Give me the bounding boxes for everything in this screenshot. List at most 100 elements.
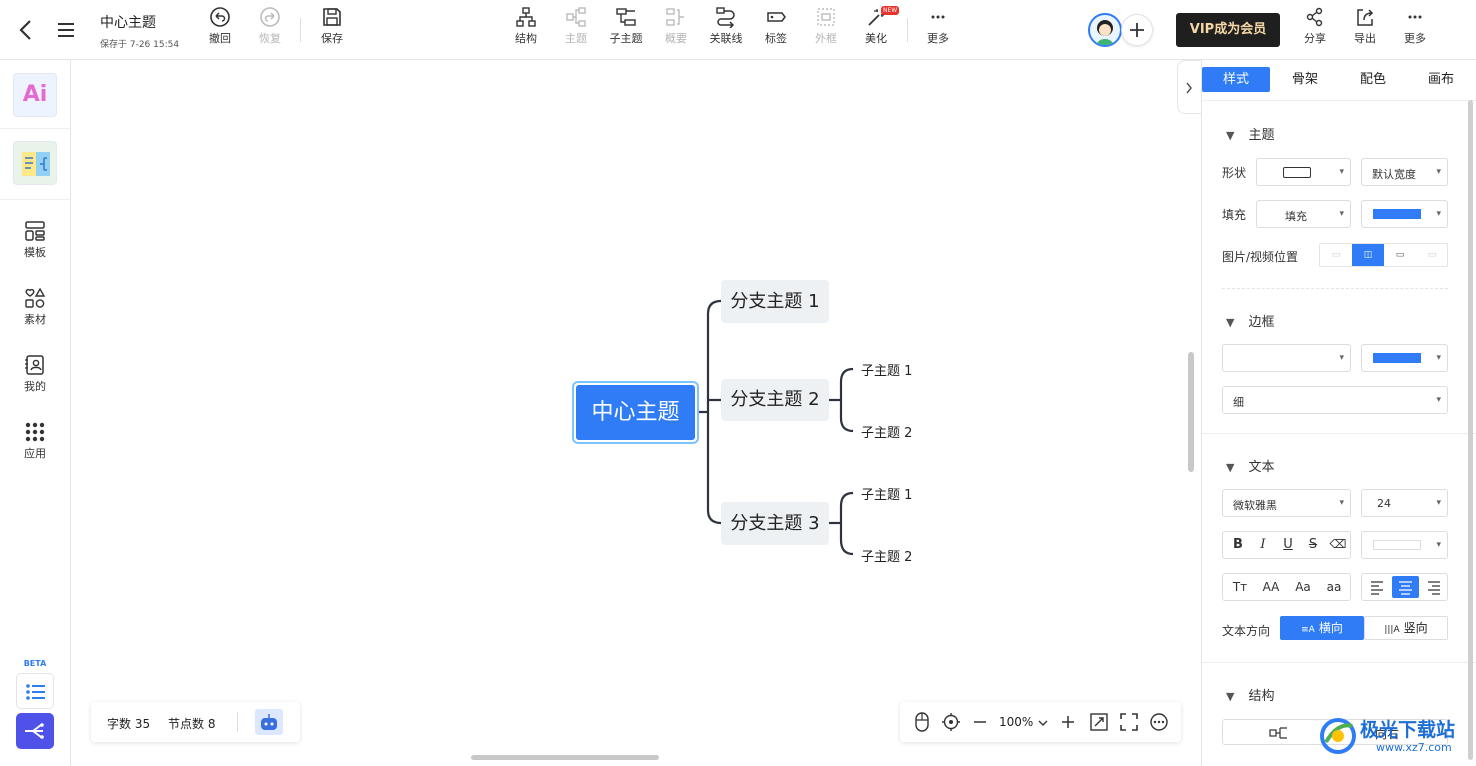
topic-button[interactable]: 主题: [551, 6, 601, 46]
assistant-robot-icon[interactable]: [255, 709, 283, 735]
panel-divider-3: [1202, 662, 1476, 663]
more-tools-button[interactable]: 更多: [913, 6, 963, 46]
structure-section-title: 结构: [1248, 689, 1275, 704]
export-button[interactable]: 导出: [1340, 6, 1390, 46]
font-value: 微软雅黑: [1233, 499, 1277, 512]
fill-color-select[interactable]: ▾: [1361, 200, 1448, 228]
zoom-level[interactable]: 100%: [999, 715, 1033, 729]
chevron-down-icon: ▾: [1436, 353, 1441, 363]
add-collaborator-button[interactable]: [1121, 14, 1153, 46]
topic-section-header[interactable]: ▼ 主题: [1226, 124, 1274, 143]
vip-button[interactable]: VIP成为会员: [1176, 13, 1280, 47]
tab-canvas[interactable]: 画布: [1408, 67, 1474, 92]
tab-style[interactable]: 样式: [1202, 67, 1270, 92]
tag-icon: [767, 12, 786, 22]
branch-topic-3[interactable]: 分支主题 3: [721, 502, 829, 545]
italic-button[interactable]: I: [1254, 537, 1272, 552]
outline-app-button[interactable]: [13, 141, 57, 185]
tab-skeleton[interactable]: 骨架: [1272, 67, 1338, 92]
bold-button[interactable]: B: [1229, 537, 1247, 552]
summary-button[interactable]: 概要: [651, 6, 701, 46]
doc-title[interactable]: 中心主题: [100, 12, 156, 32]
structure-section-header[interactable]: ▼ 结构: [1226, 685, 1274, 704]
tag-button[interactable]: 标签: [751, 6, 801, 46]
undo-label: 撤回: [209, 32, 231, 45]
back-button[interactable]: [16, 18, 36, 42]
branch-topic-2[interactable]: 分支主题 2: [721, 379, 829, 421]
subtopic-3-2[interactable]: 子主题 2: [861, 546, 912, 565]
redo-label: 恢复: [259, 32, 281, 45]
tab-color[interactable]: 配色: [1340, 67, 1406, 92]
sidebar-item-mine[interactable]: 我的: [0, 354, 70, 394]
zoom-out-icon[interactable]: [972, 712, 988, 732]
share-button[interactable]: 分享: [1290, 6, 1340, 46]
width-select[interactable]: 默认宽度 ▾: [1361, 158, 1448, 186]
media-top-button[interactable]: ◫: [1352, 244, 1384, 266]
sidebar-item-template[interactable]: 模板: [0, 220, 70, 260]
strikethrough-button[interactable]: S: [1304, 537, 1322, 552]
branch-topic-1[interactable]: 分支主题 1: [721, 280, 829, 323]
locate-center-icon[interactable]: [941, 712, 961, 732]
center-topic-node[interactable]: 中心主题: [572, 381, 699, 444]
media-right-button[interactable]: ▭: [1416, 244, 1448, 266]
fill-type-select[interactable]: 填充 ▾: [1256, 200, 1351, 228]
text-section-title: 文本: [1248, 460, 1275, 475]
border-color-select[interactable]: ▾: [1361, 344, 1448, 372]
fullscreen-icon[interactable]: [1119, 712, 1139, 732]
fit-screen-icon[interactable]: [1089, 712, 1109, 732]
sidebar-item-material[interactable]: 素材: [0, 287, 70, 327]
panel-collapse-handle[interactable]: [1177, 60, 1201, 114]
subtopic-button[interactable]: 子主题: [601, 6, 651, 46]
media-bottom-button[interactable]: ▭: [1384, 244, 1416, 266]
relation-button[interactable]: 关联线: [701, 6, 751, 46]
beautify-button[interactable]: 美化 NEW: [851, 6, 901, 46]
subtopic-2-2[interactable]: 子主题 2: [861, 422, 912, 441]
outline-view-button[interactable]: [16, 673, 54, 709]
case-upper-button[interactable]: AA: [1256, 580, 1286, 594]
align-right-icon[interactable]: [1421, 576, 1447, 598]
ai-button[interactable]: Ai: [13, 73, 57, 117]
undo-button[interactable]: 撤回: [195, 6, 245, 46]
list-icon: [26, 684, 45, 700]
mindmap-view-button[interactable]: [16, 713, 54, 749]
zoom-in-icon[interactable]: [1060, 712, 1076, 732]
mindmap-canvas[interactable]: 中心主题 分支主题 1 分支主题 2 分支主题 3 子主题 1 子主题 2 子主…: [71, 60, 1194, 766]
structure-button[interactable]: 结构: [501, 6, 551, 46]
text-color-select[interactable]: ▾: [1361, 531, 1448, 559]
dir-vertical-button[interactable]: |||A 竖向: [1364, 616, 1448, 640]
dir-horizontal-button[interactable]: ≡A 横向: [1280, 616, 1364, 640]
font-select[interactable]: 微软雅黑 ▾: [1222, 489, 1351, 517]
redo-button[interactable]: 恢复: [245, 6, 295, 46]
shape-select[interactable]: ▾: [1256, 158, 1351, 186]
subtopic-2-1[interactable]: 子主题 1: [861, 360, 912, 379]
text-section-header[interactable]: ▼ 文本: [1226, 456, 1274, 475]
media-left-button[interactable]: ▭: [1320, 244, 1352, 266]
topic-label: 主题: [565, 32, 587, 45]
case-capitalize-button[interactable]: Aa: [1288, 580, 1318, 594]
save-button[interactable]: 保存: [307, 6, 357, 46]
frame-icon: [817, 8, 835, 26]
avatar[interactable]: [1088, 13, 1122, 47]
subtopic-3-1[interactable]: 子主题 1: [861, 484, 912, 503]
horizontal-scrollbar[interactable]: [471, 755, 659, 760]
eraser-icon[interactable]: ⌫: [1329, 537, 1347, 551]
underline-button[interactable]: U: [1279, 537, 1297, 552]
more-options-icon[interactable]: [1149, 712, 1169, 732]
frame-button[interactable]: 外框: [801, 6, 851, 46]
border-style-select[interactable]: ▾: [1222, 344, 1351, 372]
menu-button[interactable]: [56, 20, 76, 40]
align-left-icon[interactable]: [1364, 576, 1390, 598]
border-width-select[interactable]: 细 ▾: [1222, 386, 1448, 414]
stats-divider: [237, 712, 238, 732]
align-center-icon[interactable]: [1392, 576, 1419, 598]
sidebar-item-apps[interactable]: 应用: [0, 421, 70, 461]
font-size-select[interactable]: 24 ▾: [1361, 489, 1448, 517]
more-menu-button[interactable]: 更多: [1390, 6, 1440, 46]
case-title-button[interactable]: Tт: [1225, 580, 1255, 594]
mouse-icon[interactable]: [913, 712, 931, 732]
panel-scrollbar[interactable]: [1468, 100, 1473, 760]
vertical-scrollbar[interactable]: [1188, 352, 1194, 472]
border-section-header[interactable]: ▼ 边框: [1226, 311, 1274, 330]
case-lower-button[interactable]: aa: [1319, 580, 1349, 594]
chevron-down-icon[interactable]: [1037, 719, 1049, 729]
